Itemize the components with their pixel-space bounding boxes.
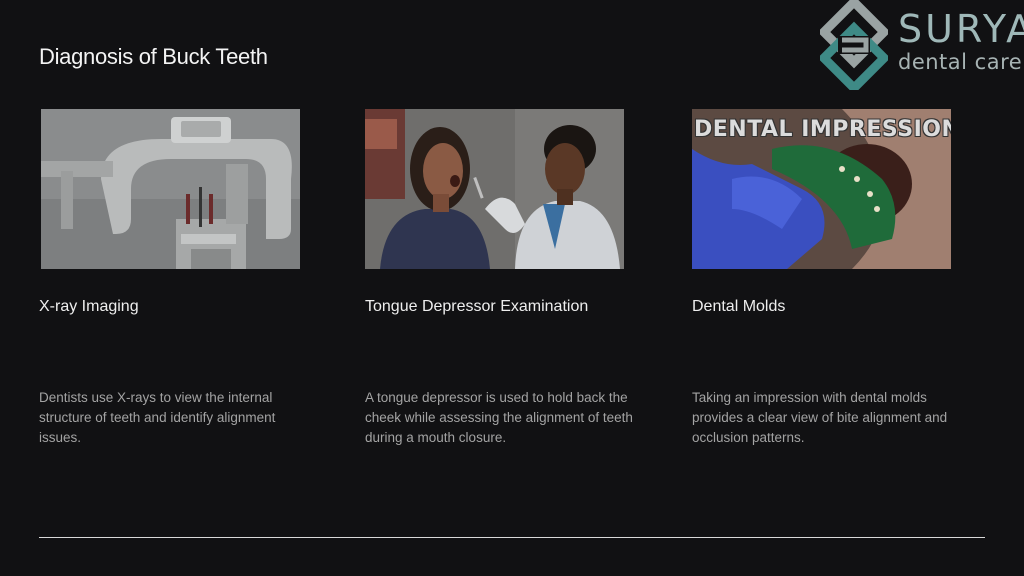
logo-tagline: dental care <box>898 50 1023 74</box>
card-xray-imaging: X-ray Imaging Dentists use X-rays to vie… <box>39 109 329 445</box>
card-description: Dentists use X-rays to view the internal… <box>39 390 276 445</box>
dental-impression-tray-photo: DENTAL IMPRESSIONS <box>692 109 951 269</box>
surya-logo-mark-icon <box>820 0 888 90</box>
dental-xray-machine-photo <box>41 109 300 269</box>
card-title: Dental Molds <box>692 298 786 315</box>
slide-title: Diagnosis of Buck Teeth <box>39 44 268 69</box>
surya-logo: SURYA dental care <box>818 0 1024 90</box>
logo-wordmark: SURYA <box>898 7 1024 51</box>
card-tongue-depressor: Tongue Depressor Examination A tongue de… <box>365 109 655 445</box>
card-description: Taking an impression with dental molds p… <box>692 390 948 445</box>
footer-divider <box>39 537 985 538</box>
card-title: Tongue Depressor Examination <box>365 298 589 315</box>
slide: Diagnosis of Buck Teeth SURYA dental car… <box>0 0 1024 576</box>
card-dental-molds: DENTAL IMPRESSIONS Dental Molds Taking a… <box>692 109 982 445</box>
card-description: A tongue depressor is used to hold back … <box>365 390 633 445</box>
dentist-examining-patient-photo <box>365 109 624 269</box>
card-title: X-ray Imaging <box>39 298 139 315</box>
image-caption: DENTAL IMPRESSIONS <box>694 117 951 142</box>
